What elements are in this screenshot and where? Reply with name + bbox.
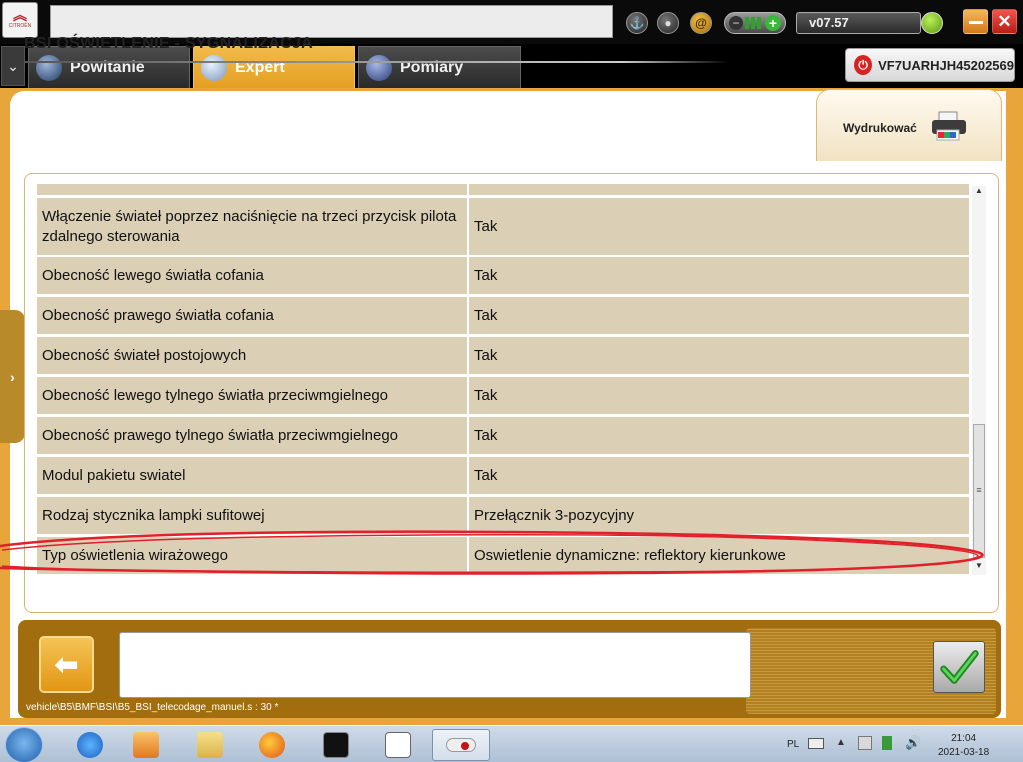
param-name: Typ oświetlenia wirażowego [37,537,467,574]
file-explorer-icon[interactable] [186,729,234,761]
tab-menu-chevron-icon[interactable]: ⌄ [1,46,25,86]
active-window-icon[interactable] [432,729,490,761]
param-name: Obecność prawego tylnego światła przeciw… [37,417,467,454]
param-name: Obecność świateł postojowych [37,337,467,374]
param-value: Tak [469,417,969,454]
chevron-right-icon: › [10,368,15,385]
param-value: Przełącznik 3-pozycyjny [469,497,969,534]
table-row[interactable]: Obecność lewego tylnego światła przeciwm… [37,377,969,414]
document-icon[interactable] [374,729,422,761]
taskbar: PL ▲ 🔊 21:04 2021-03-18 [0,725,1023,762]
start-button[interactable] [5,727,43,762]
title-underline [24,61,729,63]
chevrons-logo-icon: ︽ [13,7,27,23]
clock-date: 2021-03-18 [938,747,990,758]
table-row[interactable] [37,184,969,195]
side-panel-toggle[interactable]: › [0,310,25,443]
vin-button[interactable]: ⏻ VF7UARHJH45202569 [845,48,1015,82]
magnifier-icon [201,54,227,81]
media-player-icon[interactable] [122,729,170,761]
tab-pomiary[interactable]: Pomiary [358,46,521,88]
message-box [119,632,751,698]
param-name: Modul pakietu swiatel [37,457,467,494]
table-scrollbar[interactable]: ▲ ≡ ▼ [972,186,986,575]
table-row[interactable]: Rodzaj stycznika lampki sufitowej Przełą… [37,497,969,534]
diagbox-app-icon[interactable] [312,729,360,761]
parameters-table: Włączenie świateł poprzez naciśnięcie na… [24,173,999,613]
clock-time: 21:04 [951,733,977,744]
battery-bar [745,17,749,29]
address-field[interactable] [50,5,613,38]
battery-bar [751,17,755,29]
power-status-icon[interactable] [882,736,892,750]
table-row[interactable]: Obecność świateł postojowych Tak [37,337,969,374]
param-value [469,184,969,195]
minimize-button[interactable] [963,9,988,34]
scroll-up-arrow-icon[interactable]: ▲ [972,186,986,200]
version-label: v07.57 [796,12,921,34]
param-value: Tak [469,457,969,494]
scroll-thumb[interactable]: ≡ [973,424,985,558]
table-row-highlighted[interactable]: Typ oświetlenia wirażowego Oswietlenie d… [37,537,969,574]
vin-number: VF7UARHJH45202569 [878,57,1014,73]
power-icon: ⏻ [854,55,873,75]
table-row[interactable]: Modul pakietu swiatel Tak [37,457,969,494]
scroll-down-arrow-icon[interactable]: ▼ [972,561,986,575]
lock-icon[interactable] [921,12,943,34]
brand-logo: ︽ CITROËN [2,2,38,38]
table-row[interactable]: Obecność lewego światła cofania Tak [37,257,969,294]
brand-name: CITROËN [8,23,32,29]
battery-bar [757,17,761,29]
minus-icon: − [729,16,743,30]
checkmark-icon [940,650,979,684]
table-rows: Włączenie świateł poprzez naciśnięcie na… [37,184,969,589]
volume-icon[interactable]: 🔊 [905,735,921,751]
param-value: Oswietlenie dynamiczne: reflektory kieru… [469,537,969,574]
confirm-button[interactable] [933,641,985,693]
print-label: Wydrukować [843,121,917,135]
waveform-icon [366,54,392,81]
anchor-icon[interactable]: ⚓ [626,12,648,34]
print-button[interactable]: Wydrukować [816,89,1002,161]
clock[interactable]: 21:04 2021-03-18 [938,732,989,760]
param-value: Tak [469,297,969,334]
close-button[interactable]: ✕ [992,9,1017,34]
param-name [37,184,467,195]
printer-icon [932,111,966,141]
page-title: BSI OŚWIETLENIE - SYGNALIZACJA [24,35,314,52]
param-value: Tak [469,198,969,255]
tray-expand-icon[interactable]: ▲ [836,737,846,748]
table-row[interactable]: Obecność prawego światła cofania Tak [37,297,969,334]
at-mail-icon[interactable]: @ [690,12,712,34]
param-name: Obecność prawego światła cofania [37,297,467,334]
param-name: Obecność lewego tylnego światła przeciwm… [37,377,467,414]
param-value: Tak [469,337,969,374]
user-icon[interactable]: ● [657,12,679,34]
back-button[interactable]: ⬅ [39,636,94,693]
param-name: Obecność lewego światła cofania [37,257,467,294]
battery-status[interactable]: − + [724,12,786,34]
language-indicator[interactable]: PL [787,739,799,750]
firefox-icon[interactable] [248,729,296,761]
globe-icon [36,54,62,81]
param-name: Włączenie świateł poprzez naciśnięcie na… [37,198,467,255]
param-value: Tak [469,377,969,414]
script-path: vehicle\B5\BMF\BSI\B5_BSI_telecodage_man… [26,702,279,713]
table-row[interactable]: Włączenie świateł poprzez naciśnięcie na… [37,198,969,255]
param-name: Rodzaj stycznika lampki sufitowej [37,497,467,534]
keyboard-icon[interactable] [808,738,824,749]
param-value: Tak [469,257,969,294]
arrow-left-icon: ⬅ [54,649,79,680]
network-icon[interactable] [858,736,872,750]
table-row[interactable]: Obecność prawego tylnego światła przeciw… [37,417,969,454]
plus-icon: + [765,15,781,31]
internet-explorer-icon[interactable] [66,729,114,761]
